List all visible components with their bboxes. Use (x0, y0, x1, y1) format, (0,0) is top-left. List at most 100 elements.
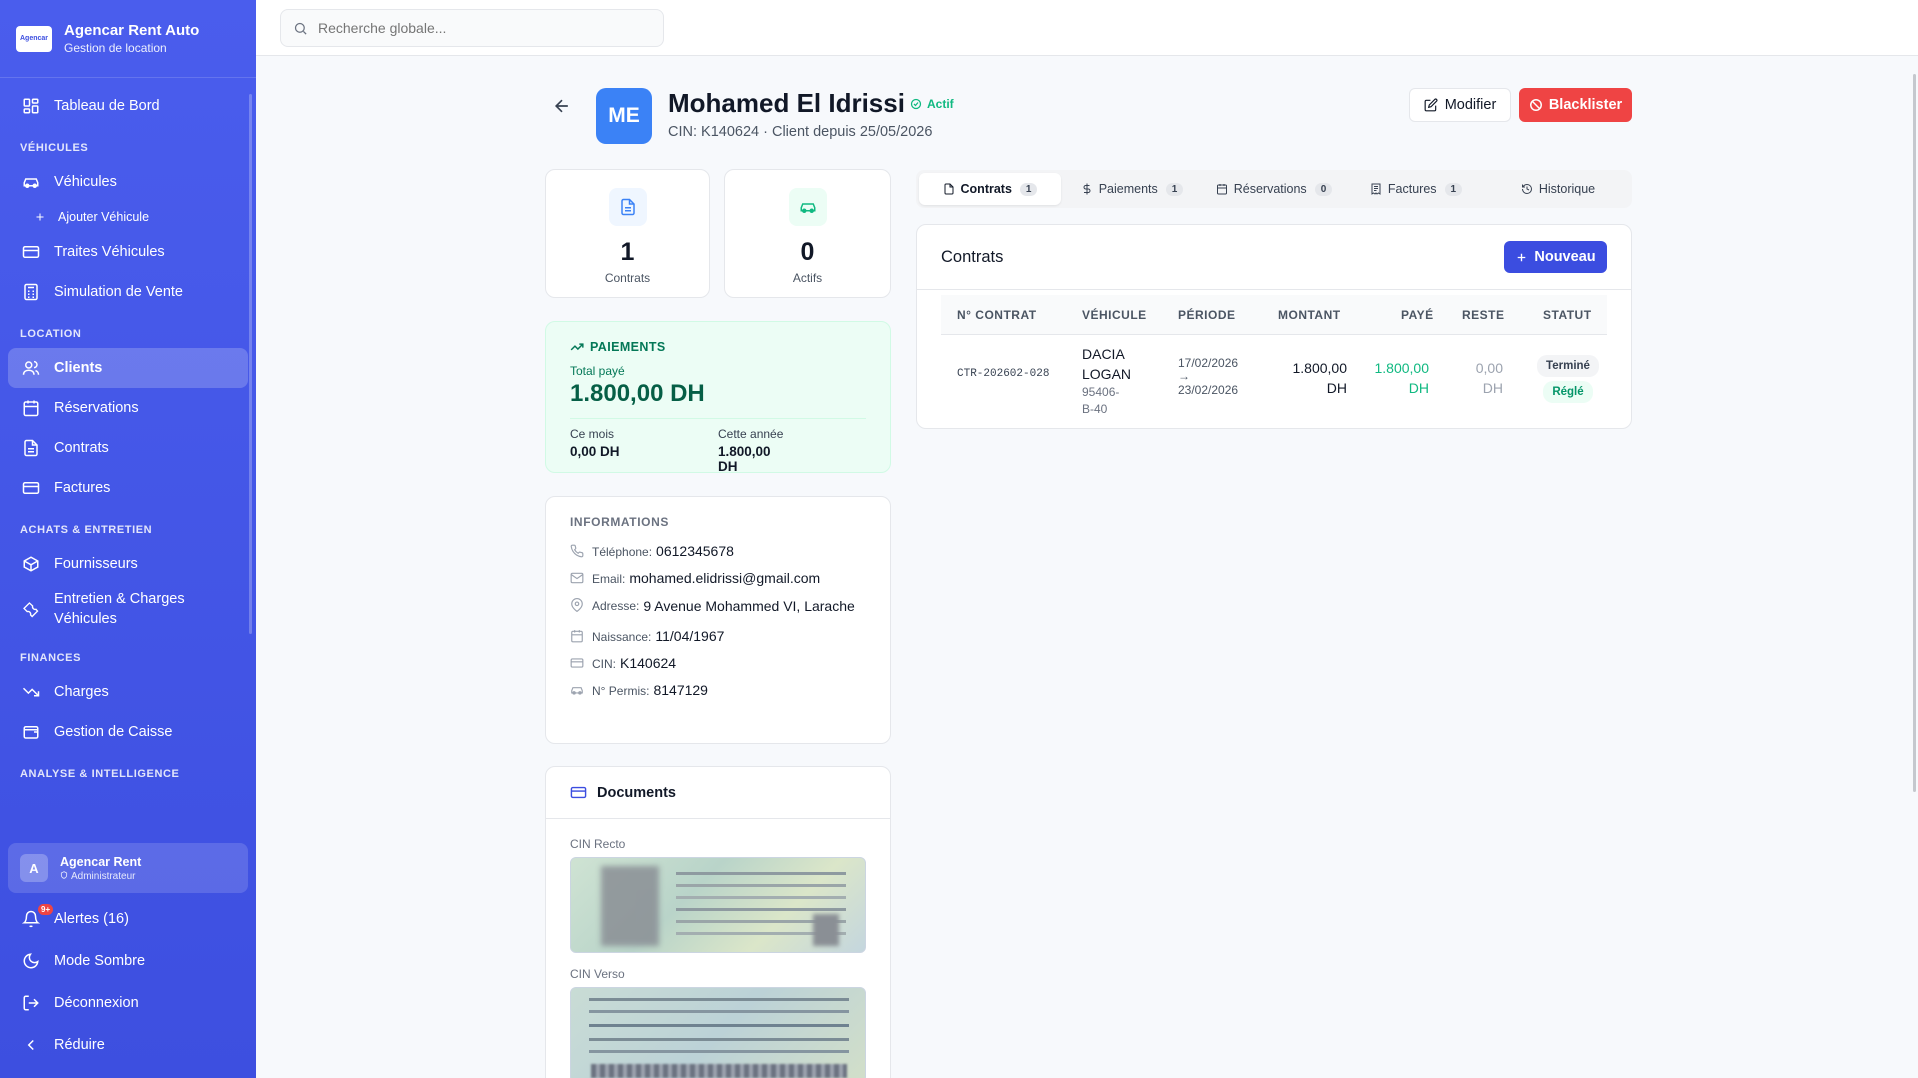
info-permit: N° Permis: 8147129 (570, 682, 866, 698)
back-arrow-icon[interactable] (552, 96, 572, 116)
tab-contrats[interactable]: Contrats 1 (919, 173, 1061, 205)
brand-title: Agencar Rent Auto (64, 22, 200, 39)
tab-historique[interactable]: Historique (1487, 173, 1629, 205)
info-birth-label: Naissance: (592, 629, 652, 644)
rest-currency: DH (1482, 379, 1503, 396)
new-contract-button[interactable]: Nouveau (1504, 241, 1607, 273)
tab-reservations[interactable]: Réservations 0 (1203, 173, 1345, 205)
info-email-value: mohamed.elidrissi@gmail.com (629, 570, 821, 586)
user-role: Administrateur (60, 871, 141, 882)
phone-icon (570, 544, 584, 558)
sidebar-item-clients[interactable]: Clients (8, 348, 248, 388)
sidebar-item-logout[interactable]: Déconnexion (8, 982, 248, 1024)
user-card[interactable]: A Agencar Rent Administrateur (8, 843, 248, 893)
id-card-icon (570, 657, 584, 668)
payments-title: PAIEMENTS (570, 340, 866, 354)
sidebar-item-charges[interactable]: Charges (8, 672, 248, 712)
sidebar-item-reservations[interactable]: Réservations (8, 388, 248, 428)
sidebar-item-fournisseurs[interactable]: Fournisseurs (8, 544, 248, 584)
tab-label: Factures (1387, 182, 1437, 196)
sidebar-item-reduce[interactable]: Réduire (8, 1024, 248, 1066)
contracts-card: Contrats Nouveau N° CONTRAT VÉHICULE PÉR… (916, 224, 1632, 429)
package-icon (23, 556, 39, 572)
tab-paiements[interactable]: Paiements 1 (1061, 173, 1203, 205)
receipt-icon (1371, 183, 1381, 195)
vehicle-make: DACIA (1082, 346, 1125, 362)
sidebar-item-label: Tableau de Bord (54, 98, 160, 114)
table-row[interactable]: CTR-202602-028 DACIA LOGAN 95406- B-40 1… (941, 335, 1607, 425)
period-end: 23/02/2026 (1178, 382, 1239, 397)
contracts-count: 1 (620, 238, 635, 266)
info-phone: Téléphone: 0612345678 (570, 543, 866, 559)
cin-photo-blur (601, 866, 659, 946)
info-cin-value: K140624 (620, 654, 677, 671)
sidebar-item-label: Clients (54, 360, 103, 376)
sidebar-item-label: Traites Véhicules (54, 244, 165, 260)
year-label: Cette année (718, 427, 784, 441)
stat-icon (788, 188, 827, 226)
search-input[interactable] (318, 20, 638, 36)
cin-recto-image[interactable] (570, 857, 866, 953)
sidebar-item-caisse[interactable]: Gestion de Caisse (8, 712, 248, 752)
client-avatar: ME (596, 88, 652, 144)
sidebar-item-simulation[interactable]: Simulation de Vente (8, 272, 248, 312)
year-value: 1.800,00 DH (718, 444, 771, 474)
calendar-icon (23, 400, 39, 417)
file-text-icon (944, 183, 954, 195)
page-scrollbar[interactable] (1913, 74, 1916, 792)
car-icon (23, 178, 39, 188)
info-email: Email: mohamed.elidrissi@gmail.com (570, 570, 866, 586)
column-header: VÉHICULE (1082, 308, 1147, 322)
sidebar-item-label: Réduire (54, 1037, 105, 1053)
active-count: 0 (800, 238, 815, 266)
active-count-label: Actifs (792, 271, 823, 285)
sidebar-item-ajouter-vehicule[interactable]: Ajouter Véhicule (8, 202, 248, 232)
sidebar: Agencar Agencar Rent Auto Gestion de loc… (0, 0, 256, 1078)
edit-button[interactable]: Modifier (1409, 88, 1511, 122)
info-birth: Naissance: 11/04/1967 (570, 628, 866, 644)
vehicle-model: LOGAN (1082, 365, 1132, 382)
active-stat-card: 0 Actifs (724, 169, 891, 298)
contract-rest: 0,00 DH (1443, 359, 1503, 398)
sidebar-item-label: Simulation de Vente (54, 284, 183, 300)
plus-icon (36, 213, 44, 221)
info-permit-label: N° Permis: (592, 683, 650, 698)
sidebar-item-dark-mode[interactable]: Mode Sombre (8, 940, 248, 982)
car-icon (571, 686, 583, 695)
client-name: Mohamed El Idrissi (668, 88, 905, 118)
trending-up-icon (570, 343, 584, 351)
sidebar-item-traites[interactable]: Traites Véhicules (8, 232, 248, 272)
column-header: N° CONTRAT (957, 308, 1037, 322)
sidebar-item-vehicules[interactable]: Véhicules (8, 162, 248, 202)
vehicle-plate-1: 95406- (1082, 385, 1120, 400)
edit-icon (1424, 98, 1438, 112)
info-cin-label: CIN: (592, 656, 616, 671)
sidebar-item-entretien[interactable]: Entretien & Charges Véhicules (8, 584, 248, 636)
global-search[interactable] (280, 9, 664, 47)
info-cin: CIN: K140624 (570, 655, 866, 671)
amount-value: 1.800,00 (1292, 360, 1348, 376)
info-address-value: 9 Avenue Mohammed VI, Larache (643, 598, 855, 614)
tab-factures[interactable]: Factures 1 (1345, 173, 1487, 205)
sidebar-item-alerts[interactable]: 9+ Alertes (16) (8, 898, 248, 940)
sidebar-item-factures[interactable]: Factures (8, 468, 248, 508)
avatar: A (20, 854, 48, 882)
sidebar-item-contrats[interactable]: Contrats (8, 428, 248, 468)
total-paid-label: Total payé (570, 364, 625, 378)
contract-paid: 1.800,00 DH (1369, 359, 1430, 398)
contracts-stat-card: 1 Contrats (545, 169, 710, 298)
brand[interactable]: Agencar Agencar Rent Auto Gestion de loc… (0, 0, 256, 78)
status-badge: Actif (910, 97, 954, 111)
info-address: Adresse: 9 Avenue Mohammed VI, Larache (570, 597, 866, 617)
section-analyse: ANALYSE & INTELLIGENCE (20, 768, 180, 780)
client-tabs: Contrats 1 Paiements 1 Réservations 0 Fa… (916, 170, 1632, 208)
cin-verso-image[interactable] (570, 987, 866, 1078)
sidebar-item-label: Ajouter Véhicule (58, 210, 150, 224)
plus-icon (1518, 253, 1526, 261)
amount-currency: DH (1326, 379, 1347, 396)
tab-count: 1 (1019, 182, 1038, 196)
contracts-header: Contrats Nouveau (917, 225, 1631, 290)
blacklist-button[interactable]: Blacklister (1519, 88, 1632, 122)
sidebar-item-dashboard[interactable]: Tableau de Bord (8, 86, 248, 126)
stat-icon (608, 188, 647, 226)
